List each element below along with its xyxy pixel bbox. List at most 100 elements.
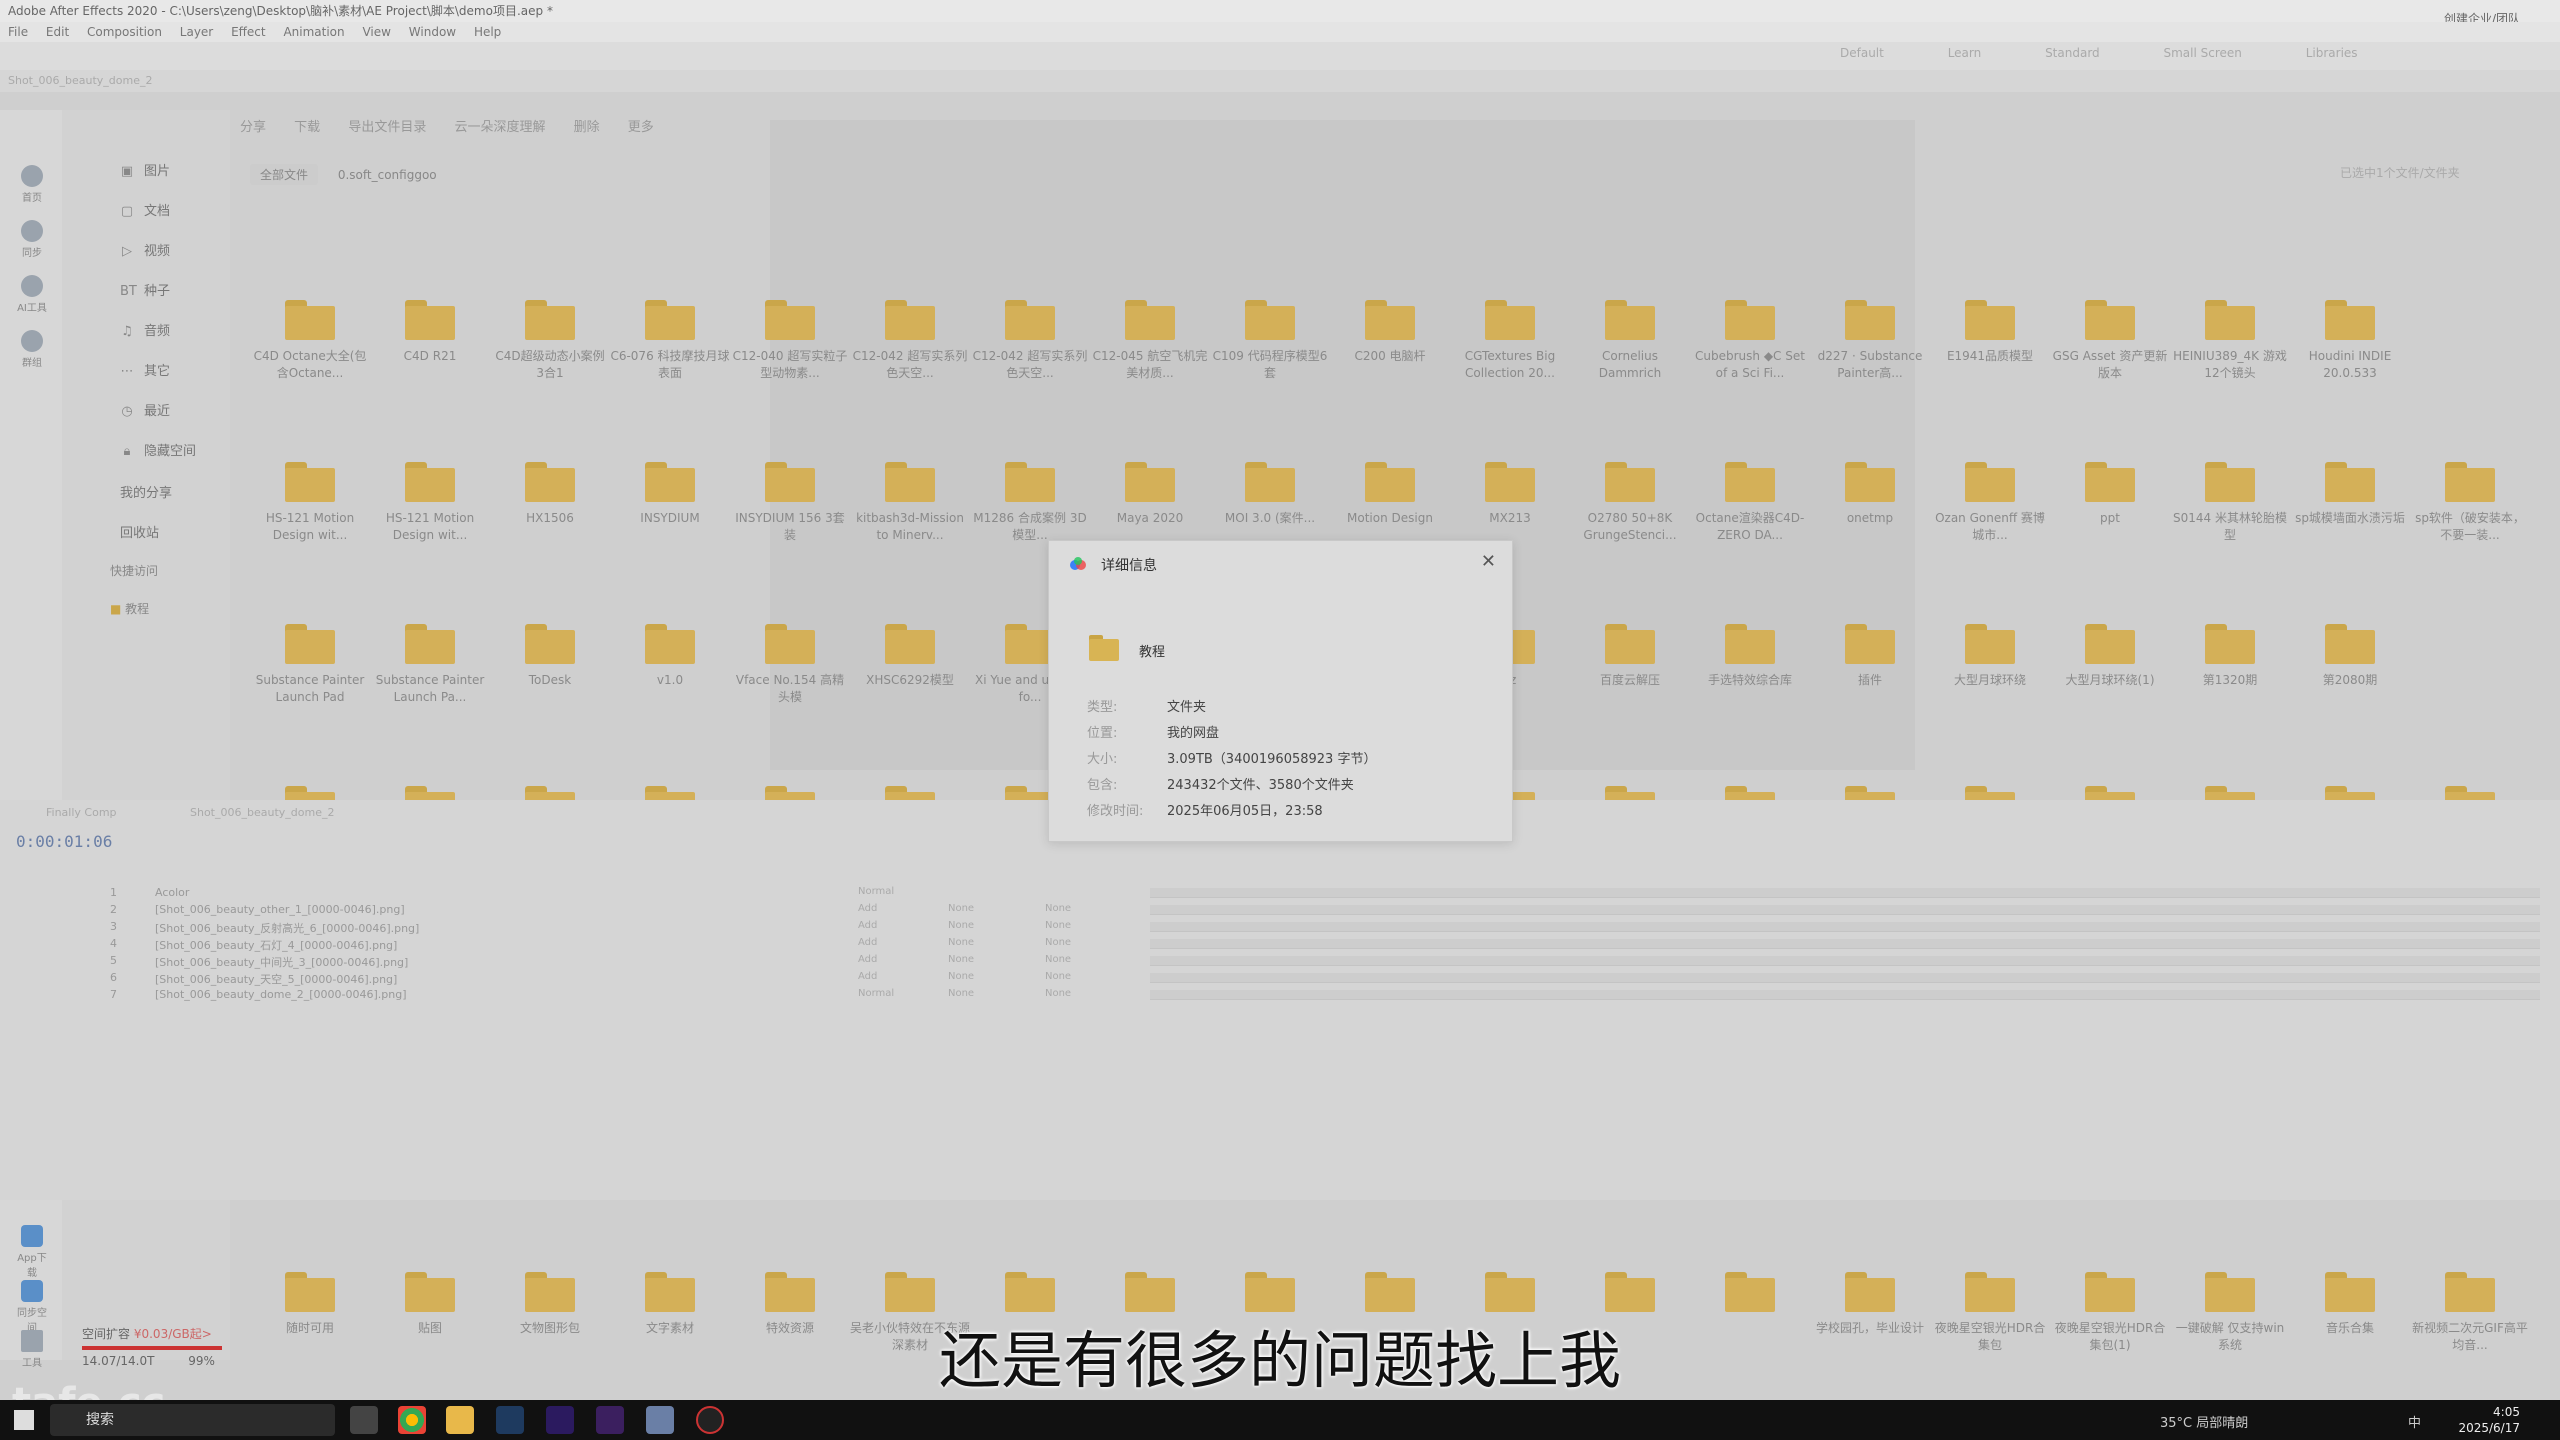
layer-parent[interactable]: None	[1045, 988, 1071, 999]
menu-view[interactable]: View	[362, 25, 390, 39]
workspace-learn[interactable]: Learn	[1948, 46, 1982, 60]
layer-name[interactable]: Acolor	[155, 886, 189, 899]
folder-item[interactable]: C12-045 航空飞机完美材质...	[1090, 300, 1210, 382]
ai-understand-button[interactable]: 云一朵深度理解	[454, 120, 545, 135]
layer-duration-bar[interactable]	[1150, 888, 2540, 898]
folder-item[interactable]: Maya 2020	[1090, 462, 1210, 544]
layer-number[interactable]: 2	[110, 903, 117, 916]
rail-ai-tools[interactable]: AI工具	[14, 275, 50, 314]
folder-item[interactable]: ppt	[2050, 462, 2170, 544]
layer-number[interactable]: 4	[110, 937, 117, 950]
folder-item[interactable]: HS-121 Motion Design wit...	[370, 462, 490, 544]
layer-number[interactable]: 1	[110, 886, 117, 899]
folder-item[interactable]: Substance Painter Launch Pa...	[370, 624, 490, 706]
layer-duration-bar[interactable]	[1150, 990, 2540, 1000]
folder-item[interactable]: 百度云解压	[1570, 624, 1690, 706]
folder-item[interactable]: Cornelius Dammrich	[1570, 300, 1690, 382]
folder-item[interactable]: Octane渲染器C4D-ZERO DA...	[1690, 462, 1810, 544]
folder-item[interactable]: Cubebrush ◆C Set of a Sci Fi...	[1690, 300, 1810, 382]
folder-item[interactable]: Vface No.154 高精头模	[730, 624, 850, 706]
layer-track-matte[interactable]: None	[948, 937, 974, 948]
cloud-drive-icon[interactable]	[646, 1406, 674, 1434]
recorder-icon[interactable]	[696, 1406, 724, 1434]
workspace-default[interactable]: Default	[1840, 46, 1884, 60]
more-button[interactable]: 更多	[628, 120, 654, 135]
menu-effect[interactable]: Effect	[231, 25, 266, 39]
nav-hidden-space[interactable]: 🔒︎ 隐藏空间	[120, 440, 196, 459]
input-language[interactable]: 中	[2408, 1412, 2421, 1431]
nav-recycle-bin[interactable]: 回收站	[120, 522, 159, 541]
layer-duration-bar[interactable]	[1150, 956, 2540, 966]
layer-blend-mode[interactable]: Add	[858, 954, 877, 965]
folder-item[interactable]: ToDesk	[490, 624, 610, 706]
folder-item[interactable]: XHSC6292模型	[850, 624, 970, 706]
folder-item[interactable]: Ozan Gonenff 赛博城市...	[1930, 462, 2050, 544]
export-list-button[interactable]: 导出文件目录	[348, 120, 426, 135]
layer-blend-mode[interactable]: Normal	[858, 988, 894, 999]
folder-item[interactable]: C200 电脑杆	[1330, 300, 1450, 382]
timeline-tab-shot[interactable]: Shot_006_beauty_dome_2	[190, 806, 334, 819]
folder-item[interactable]: 手选特效综合库	[1690, 624, 1810, 706]
menu-window[interactable]: Window	[409, 25, 456, 39]
folder-item[interactable]: INSYDIUM 156 3套装	[730, 462, 850, 544]
folder-item[interactable]: 大型月球环绕	[1930, 624, 2050, 706]
nav-quick-access[interactable]: 快捷访问	[110, 562, 158, 579]
menu-layer[interactable]: Layer	[180, 25, 213, 39]
folder-item[interactable]: Motion Design	[1330, 462, 1450, 544]
layer-name[interactable]: [Shot_006_beauty_中间光_3_[0000-0046].png]	[155, 954, 408, 970]
share-button[interactable]: 分享	[240, 120, 266, 135]
layer-number[interactable]: 7	[110, 988, 117, 1001]
layer-parent[interactable]: None	[1045, 903, 1071, 914]
close-icon[interactable]: ✕	[1481, 551, 1496, 572]
folder-item[interactable]: INSYDIUM	[610, 462, 730, 544]
layer-track-matte[interactable]: None	[948, 971, 974, 982]
folder-item[interactable]: HEINIU389_4K 游戏12个镜头	[2170, 300, 2290, 382]
current-timecode[interactable]: 0:00:01:06	[16, 832, 112, 851]
weather-widget[interactable]: 35°C 局部晴朗	[2160, 1412, 2248, 1431]
folder-item[interactable]: C12-042 超写实系列色天空...	[970, 300, 1090, 382]
clock[interactable]: 4:05 2025/6/17	[2458, 1404, 2520, 1436]
nav-documents[interactable]: ▢ 文档	[120, 200, 170, 219]
menu-edit[interactable]: Edit	[46, 25, 69, 39]
folder-item[interactable]: Substance Painter Launch Pad	[250, 624, 370, 706]
storage-indicator[interactable]: 空间扩容 ¥0.03/GB起> 14.07/14.0T 99%	[82, 1325, 222, 1368]
folder-item[interactable]: C4D超级动态小案例 3合1	[490, 300, 610, 382]
layer-track-matte[interactable]: None	[948, 954, 974, 965]
layer-number[interactable]: 3	[110, 920, 117, 933]
file-explorer-icon[interactable]	[446, 1406, 474, 1434]
layer-parent[interactable]: None	[1045, 971, 1071, 982]
layer-track-matte[interactable]: None	[948, 988, 974, 999]
workspace-standard[interactable]: Standard	[2045, 46, 2100, 60]
layer-name[interactable]: [Shot_006_beauty_石灯_4_[0000-0046].png]	[155, 937, 397, 953]
all-files-crumb[interactable]: 全部文件	[250, 164, 319, 185]
nav-images[interactable]: ▣ 图片	[120, 160, 170, 179]
folder-item[interactable]: v1.0	[610, 624, 730, 706]
folder-item[interactable]: C4D R21	[370, 300, 490, 382]
folder-item[interactable]: C4D Octane大全(包含Octane...	[250, 300, 370, 382]
layer-parent[interactable]: None	[1045, 920, 1071, 931]
rail-app-download[interactable]: App下载	[14, 1225, 50, 1279]
nav-audio[interactable]: ♫ 音频	[120, 320, 170, 339]
folder-item[interactable]: HX1506	[490, 462, 610, 544]
taskbar-search[interactable]: 搜索	[50, 1404, 335, 1436]
nav-recent[interactable]: ◷ 最近	[120, 400, 170, 419]
folder-item[interactable]: MX213	[1450, 462, 1570, 544]
folder-item[interactable]: 第1320期	[2170, 624, 2290, 706]
folder-item[interactable]: 插件	[1810, 624, 1930, 706]
folder-item[interactable]: d227 · Substance Painter高...	[1810, 300, 1930, 382]
folder-item[interactable]: M1286 合成案例 3D模型...	[970, 462, 1090, 544]
layer-parent[interactable]: None	[1045, 954, 1071, 965]
workspace-libraries[interactable]: Libraries	[2306, 46, 2358, 60]
current-path[interactable]: 0.soft_configgoo	[338, 168, 437, 182]
workspace-small-screen[interactable]: Small Screen	[2163, 46, 2241, 60]
menu-animation[interactable]: Animation	[283, 25, 344, 39]
nav-videos[interactable]: ▷ 视频	[120, 240, 170, 259]
layer-track-matte[interactable]: None	[948, 920, 974, 931]
nav-torrents[interactable]: BT 种子	[120, 280, 170, 299]
menu-composition[interactable]: Composition	[87, 25, 162, 39]
nav-other[interactable]: ⋯ 其它	[120, 360, 171, 379]
windows-start-icon[interactable]	[14, 1410, 34, 1430]
folder-item[interactable]: S0144 米其林轮胎模型	[2170, 462, 2290, 544]
folder-item[interactable]: sp软件（破安装本，不要一装...	[2410, 462, 2530, 544]
folder-item[interactable]: O2780 50+8K GrungeStenci...	[1570, 462, 1690, 544]
